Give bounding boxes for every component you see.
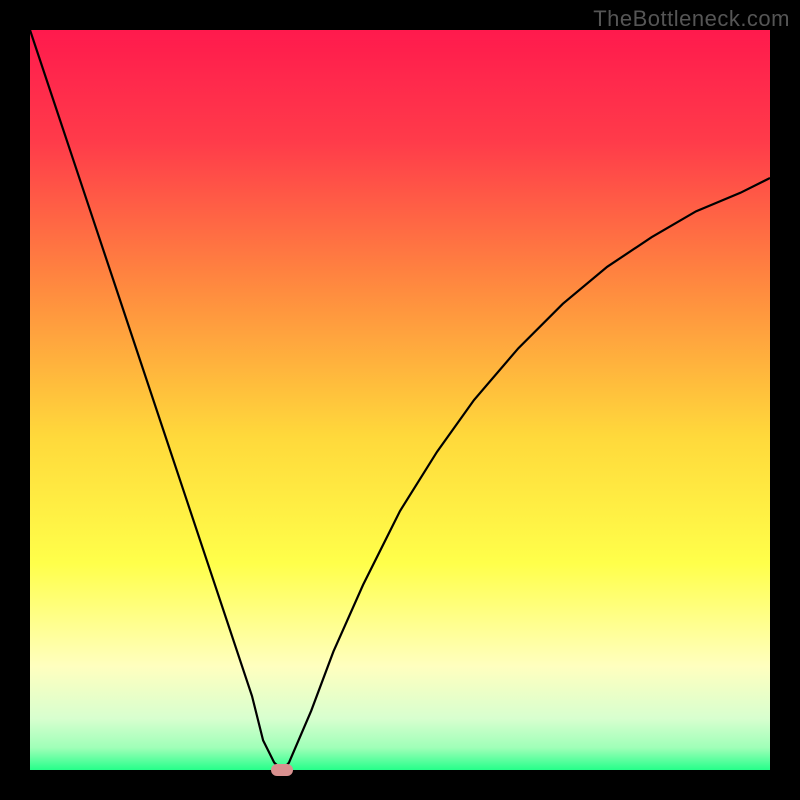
optimum-marker (271, 764, 293, 776)
chart-container (30, 30, 770, 770)
bottleneck-chart (30, 30, 770, 770)
watermark-text: TheBottleneck.com (593, 6, 790, 32)
chart-background (30, 30, 770, 770)
